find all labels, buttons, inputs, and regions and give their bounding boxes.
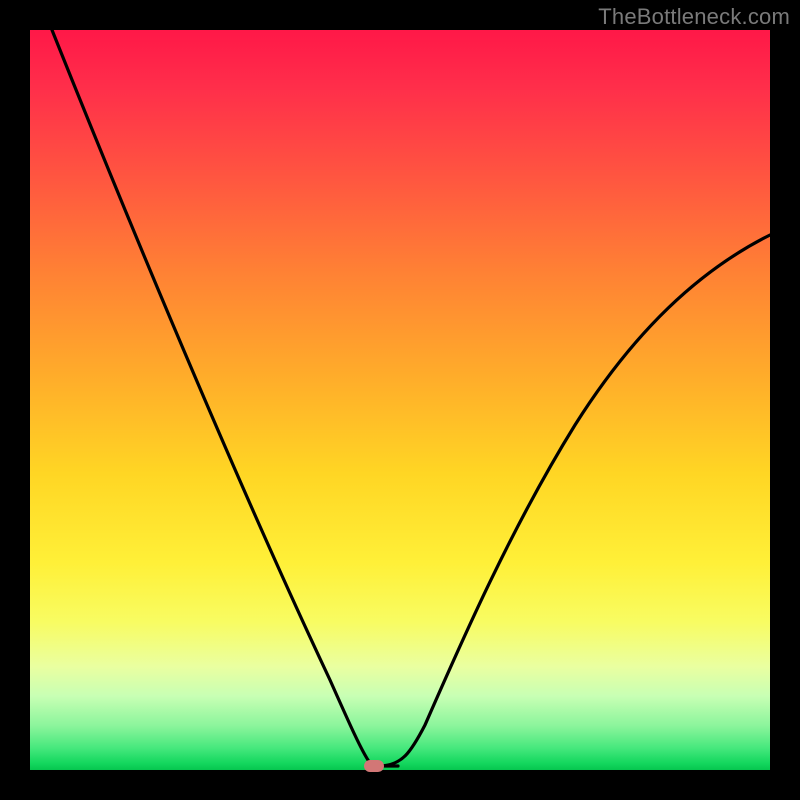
plot-area [30, 30, 770, 770]
watermark-text: TheBottleneck.com [598, 4, 790, 30]
optimal-marker [364, 760, 384, 772]
chart-frame: TheBottleneck.com [0, 0, 800, 800]
bottleneck-curve [30, 30, 770, 770]
